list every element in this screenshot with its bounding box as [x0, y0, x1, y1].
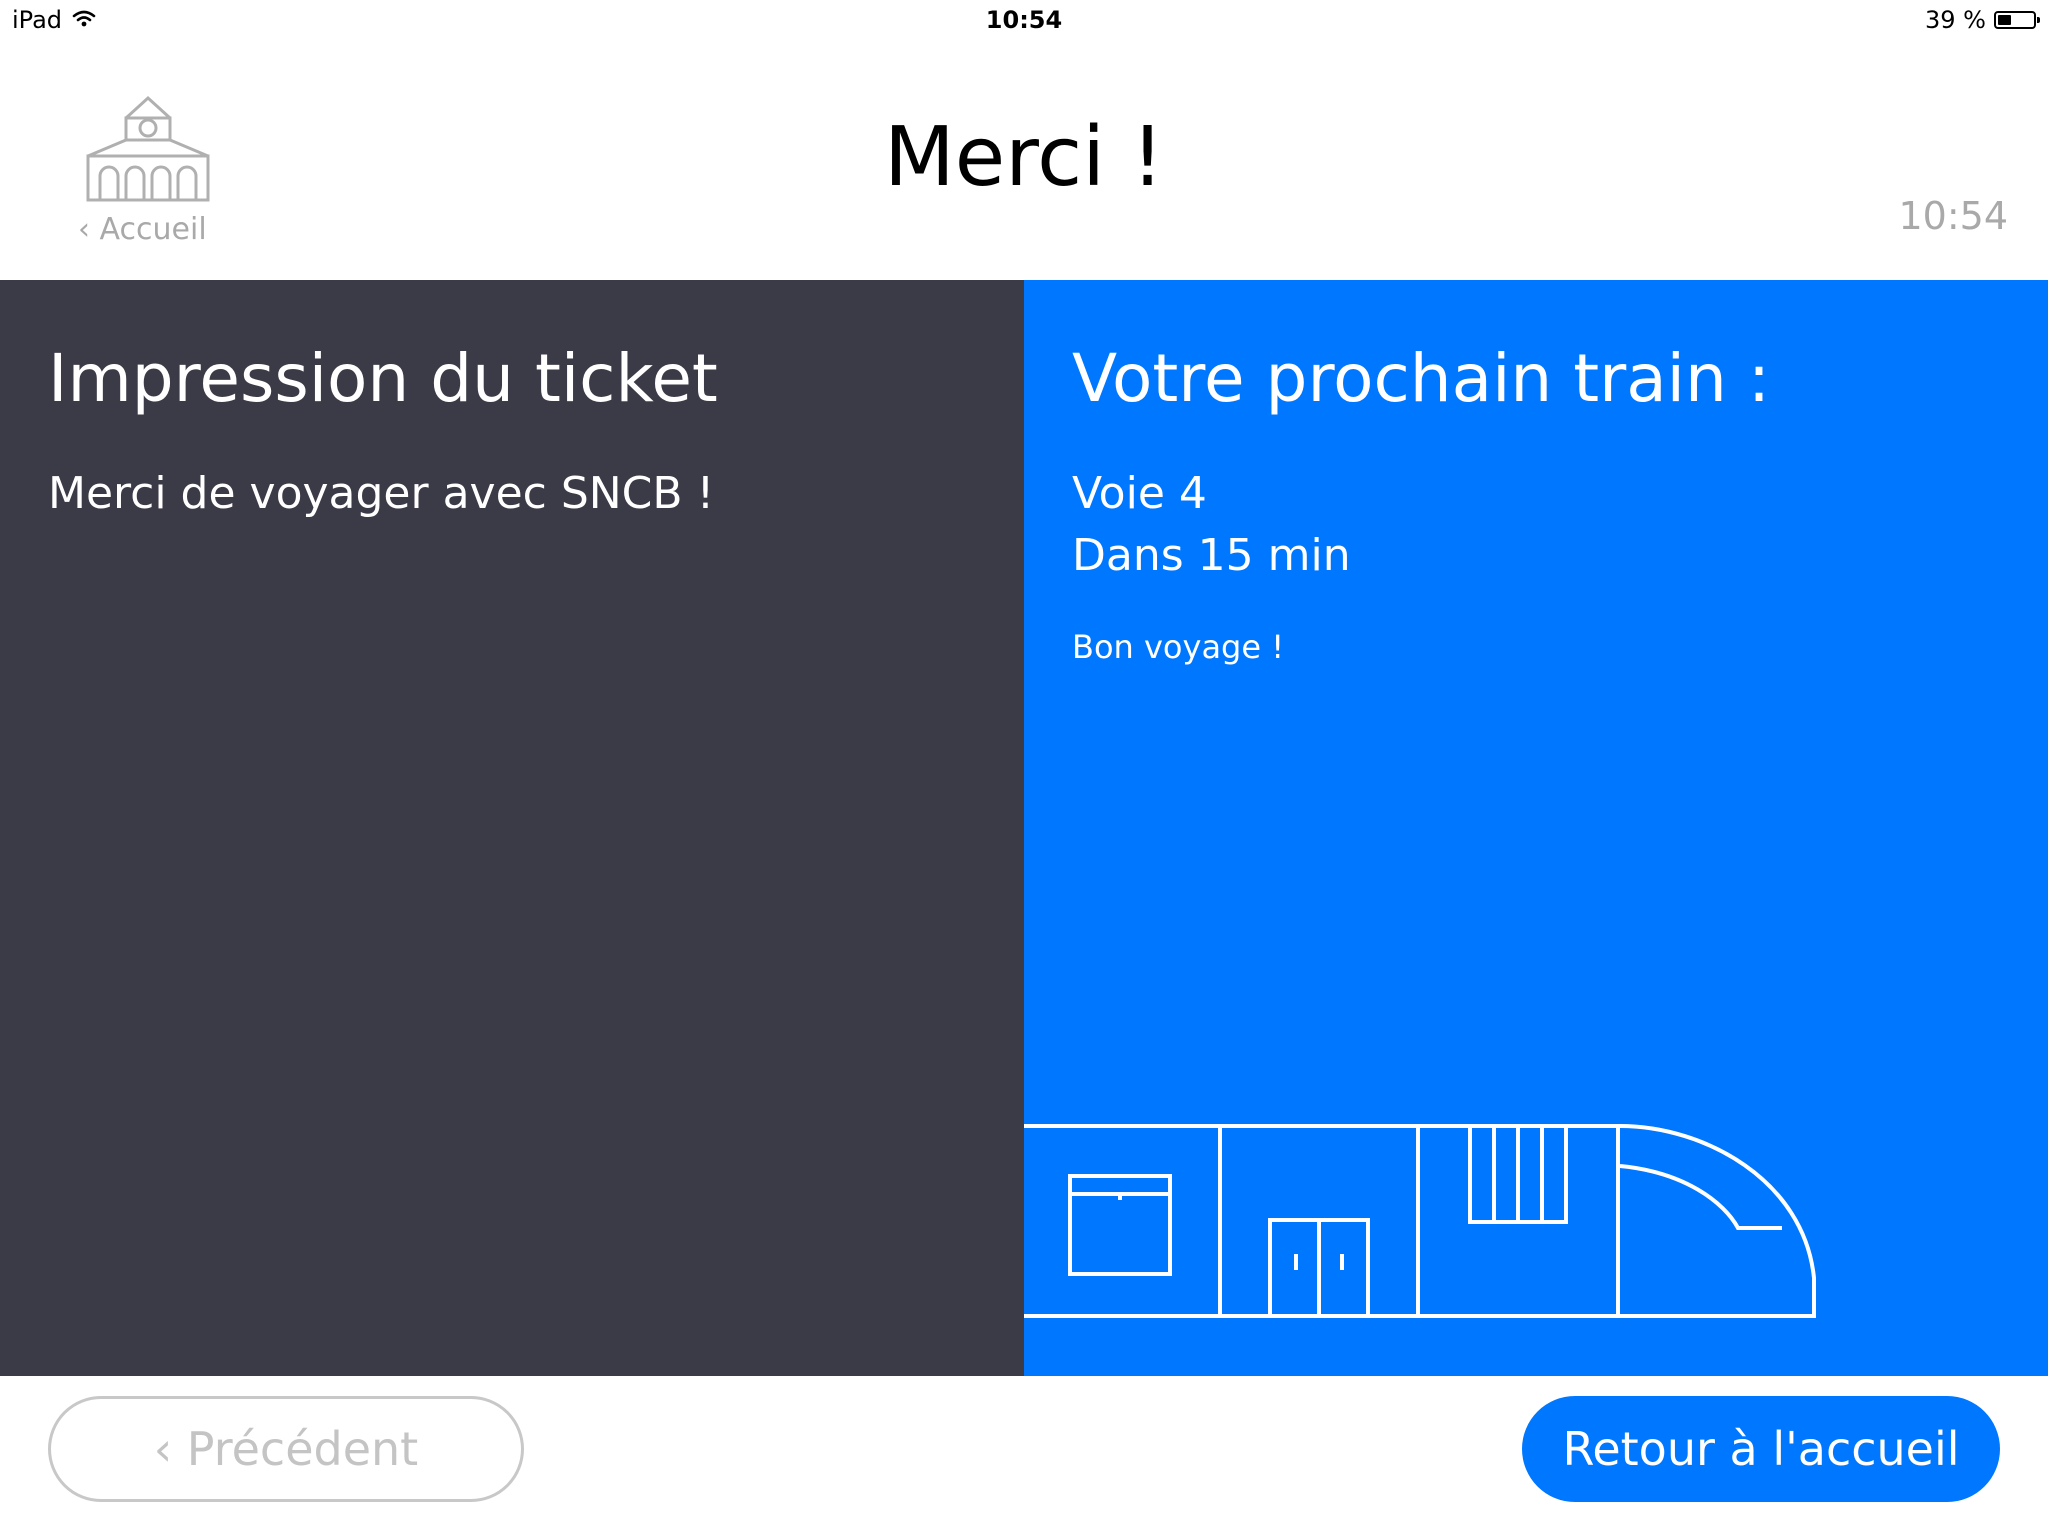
- previous-button[interactable]: ‹ Précédent: [48, 1396, 524, 1502]
- status-bar-time: 10:54: [985, 6, 1063, 34]
- status-bar: iPad 10:54 39 %: [0, 0, 2048, 40]
- departure-eta: Dans 15 min: [1072, 530, 1351, 581]
- thank-you-message: Merci de voyager avec SNCB !: [48, 468, 715, 519]
- page-title: Merci !: [884, 110, 1164, 205]
- next-train-title: Votre prochain train :: [1072, 340, 1771, 417]
- back-to-home-button[interactable]: Retour à l'accueil: [1522, 1396, 2000, 1502]
- ticket-print-panel: Impression du ticket Merci de voyager av…: [0, 280, 1024, 1376]
- battery-tip: [2037, 17, 2040, 23]
- header: ‹ Accueil Merci ! 10:54: [0, 40, 2048, 280]
- battery-icon: [1994, 11, 2040, 29]
- app-screen: iPad 10:54 39 % ‹ Accueil Merci ! 10:54 …: [0, 0, 2048, 1536]
- next-train-panel: Votre prochain train : Voie 4 Dans 15 mi…: [1024, 280, 2048, 1376]
- status-bar-right: 39 %: [1925, 6, 2040, 34]
- home-link-label: ‹ Accueil: [78, 212, 207, 247]
- battery-percent: 39 %: [1925, 6, 1986, 34]
- battery-fill: [1998, 15, 2011, 25]
- platform-info: Voie 4: [1072, 468, 1207, 519]
- ticket-print-title: Impression du ticket: [48, 340, 718, 417]
- header-clock: 10:54: [1898, 194, 2008, 238]
- train-icon: [1024, 1120, 2048, 1340]
- bon-voyage-text: Bon voyage !: [1072, 628, 1285, 666]
